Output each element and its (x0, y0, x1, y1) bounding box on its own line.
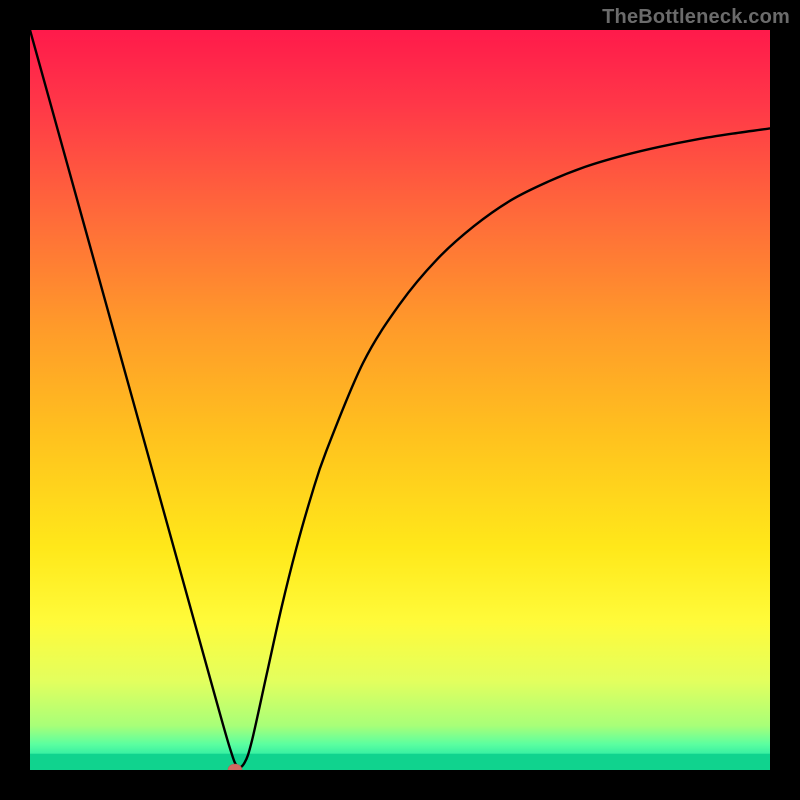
plot-area (30, 30, 770, 770)
bottleneck-chart (30, 30, 770, 770)
gradient-background (30, 30, 770, 770)
watermark-text: TheBottleneck.com (602, 6, 790, 29)
chart-frame: TheBottleneck.com (0, 0, 800, 800)
optimal-zone-band (30, 754, 770, 770)
